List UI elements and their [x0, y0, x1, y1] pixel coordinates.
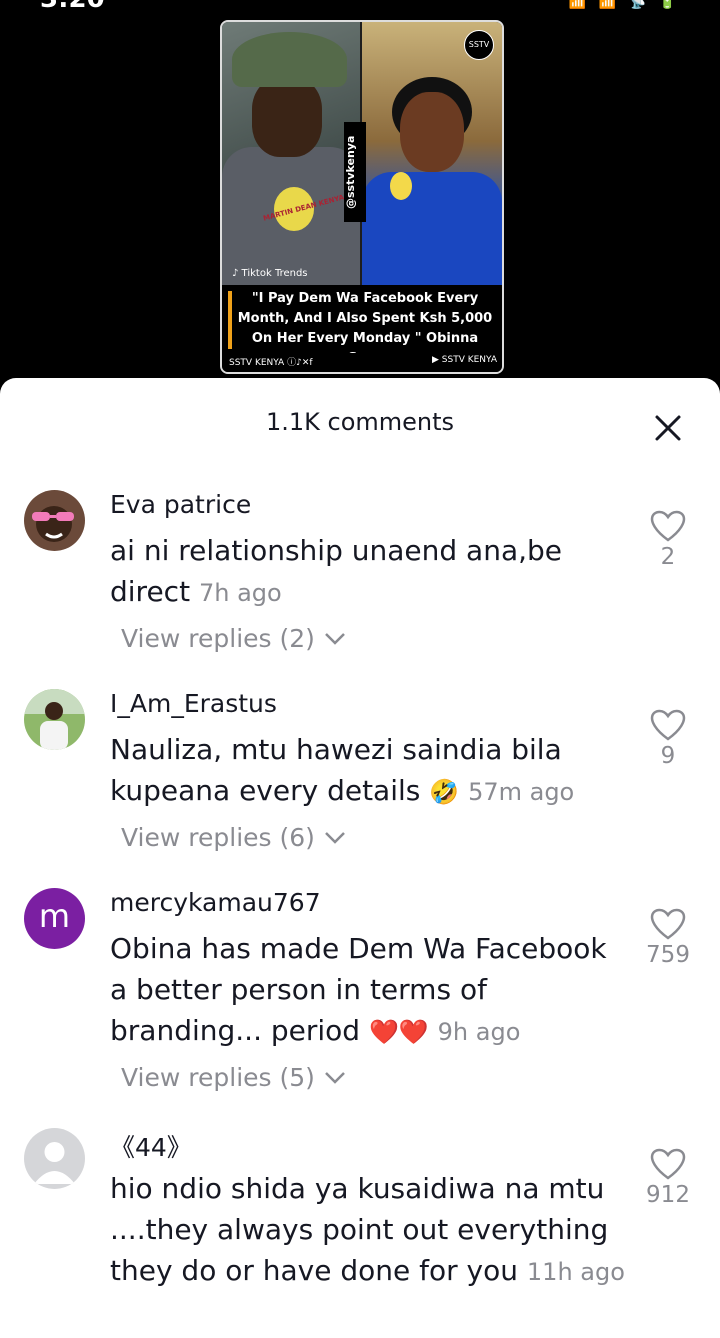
- comment-time: 7h ago: [198, 579, 282, 607]
- comment-text: hio ndio shida ya kusaidiwa na mtu ....t…: [110, 1168, 630, 1293]
- comment-username[interactable]: I_Am_Erastus: [110, 689, 277, 718]
- comment-body: ai ni relationship unaend ana,be direct: [110, 534, 563, 608]
- like-count: 2: [660, 544, 676, 570]
- view-replies-button[interactable]: View replies (6): [121, 823, 347, 852]
- sstv-logo: SSTV: [464, 30, 494, 60]
- comment-username[interactable]: mercykamau767: [110, 888, 321, 917]
- comments-sheet: 1.1K comments Eva patrice ai ni relation…: [0, 378, 720, 1338]
- like-button[interactable]: 912: [640, 1148, 696, 1208]
- status-bar: 3:20 📶 📶 📡 🔋: [0, 0, 720, 14]
- status-icons: 📶 📶 📡 🔋: [568, 0, 680, 10]
- avatar-letter: m: [38, 897, 71, 935]
- heart-icon: [650, 1148, 686, 1180]
- avatar[interactable]: [24, 490, 85, 551]
- video-photo-woman: [362, 22, 502, 287]
- footer-right-label: ▶ SSTV KENYA: [432, 355, 497, 365]
- view-replies-button[interactable]: View replies (2): [121, 624, 347, 653]
- like-button[interactable]: 2: [640, 510, 696, 570]
- chevron-down-icon: [324, 1072, 345, 1084]
- view-replies-label: View replies (6): [121, 823, 315, 852]
- like-button[interactable]: 759: [640, 908, 696, 968]
- comment-time: 9h ago: [437, 1018, 521, 1046]
- comment-body: Obina has made Dem Wa Facebook a better …: [110, 932, 607, 1047]
- heart-icon: [650, 908, 686, 940]
- heart-icon: [650, 510, 686, 542]
- like-button[interactable]: 9: [640, 709, 696, 769]
- view-replies-label: View replies (2): [121, 624, 315, 653]
- chevron-down-icon: [324, 832, 345, 844]
- video-thumbnail[interactable]: MARTIN DEAN KENYA @sstvkenya SSTV ♪ Tikt…: [220, 20, 504, 374]
- comment-username[interactable]: 《44》: [110, 1128, 192, 1164]
- comment-emoji: 🤣: [429, 778, 460, 806]
- footer-left-label: SSTV KENYA ⓘ♪✕f: [229, 358, 313, 368]
- heart-icon: [650, 709, 686, 741]
- video-handle-vertical: @sstvkenya: [344, 122, 366, 222]
- view-replies-button[interactable]: View replies (5): [121, 1063, 347, 1092]
- comment-text: Nauliza, mtu hawezi saindia bila kupeana…: [110, 729, 630, 813]
- chevron-down-icon: [324, 633, 345, 645]
- comment-text: ai ni relationship unaend ana,be direct …: [110, 530, 630, 614]
- like-count: 759: [646, 942, 690, 968]
- video-caption-box: "I Pay Dem Wa Facebook Every Month, And …: [222, 285, 502, 366]
- avatar[interactable]: [24, 1128, 85, 1189]
- video-photo-man: MARTIN DEAN KENYA: [222, 22, 360, 287]
- comment-time: 57m ago: [468, 778, 575, 806]
- close-icon: [655, 415, 681, 441]
- like-count: 9: [660, 743, 676, 769]
- like-count: 912: [646, 1182, 690, 1208]
- comments-count-title: 1.1K comments: [265, 408, 455, 436]
- close-button[interactable]: [650, 410, 686, 446]
- view-replies-label: View replies (5): [121, 1063, 315, 1092]
- avatar[interactable]: m: [24, 888, 85, 949]
- status-time: 3:20: [40, 0, 105, 14]
- comment-time: 11h ago: [526, 1258, 625, 1286]
- comment-text: Obina has made Dem Wa Facebook a better …: [110, 928, 630, 1053]
- video-footer: SSTV KENYA ⓘ♪✕f ▶ SSTV KENYA: [222, 353, 502, 372]
- comment-username[interactable]: Eva patrice: [110, 490, 251, 519]
- default-avatar-icon: [34, 1142, 75, 1184]
- comment-emoji: ❤️❤️: [368, 1018, 429, 1046]
- tiktok-trends-label: ♪ Tiktok Trends: [232, 268, 308, 279]
- avatar[interactable]: [24, 689, 85, 750]
